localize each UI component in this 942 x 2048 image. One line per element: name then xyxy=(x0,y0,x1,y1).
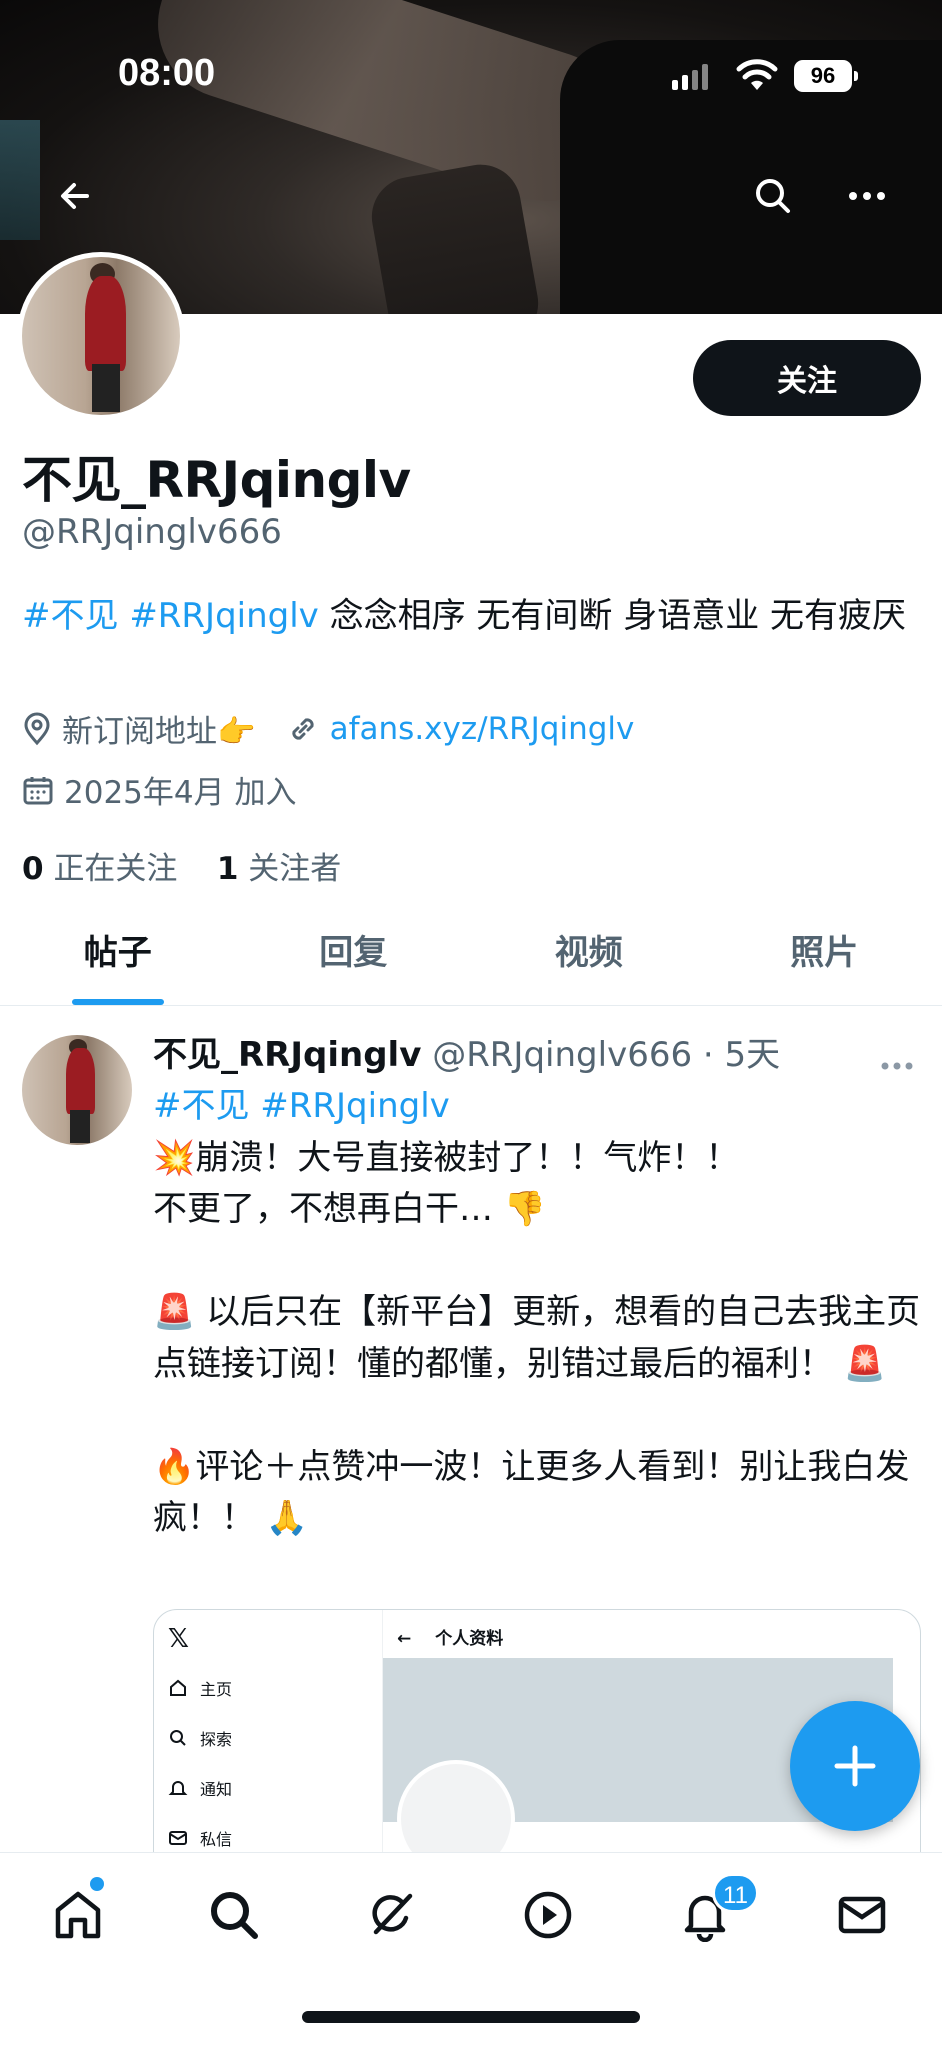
user-handle: @RRJqinglv666 xyxy=(22,512,282,552)
search-button[interactable] xyxy=(745,168,801,224)
more-horizontal-icon xyxy=(849,192,885,200)
location-pin-icon xyxy=(24,712,50,745)
mail-icon xyxy=(169,1831,187,1845)
nav-home[interactable] xyxy=(46,1883,110,1947)
profile-tabs: 帖子 回复 视频 照片 xyxy=(0,900,942,1006)
nav-messages[interactable] xyxy=(830,1883,894,1947)
tab-posts[interactable]: 帖子 xyxy=(0,900,236,1005)
notifications-badge: 11 xyxy=(712,1873,759,1913)
embedded-menu-home: 主页 xyxy=(168,1676,232,1700)
post-author-name[interactable]: 不见_RRJqinglv xyxy=(153,1035,421,1075)
post-author-handle: @RRJqinglv666 xyxy=(432,1035,693,1075)
home-icon xyxy=(170,1679,186,1696)
more-horizontal-icon xyxy=(881,1062,913,1070)
embedded-page-title: ← 个人资料 xyxy=(397,1629,504,1649)
display-name: 不见_RRJqinglv xyxy=(22,451,411,509)
embedded-menu-notifications: 通知 xyxy=(168,1776,232,1800)
profile-avatar[interactable] xyxy=(17,252,185,420)
joined-date: 2025年4月 加入 xyxy=(64,775,297,811)
grok-icon xyxy=(372,1893,413,1935)
embedded-sidebar: 𝕏 主页 探索 通知 私信 xyxy=(154,1610,382,1857)
play-circle-icon xyxy=(524,1891,572,1939)
bio-text: 念念相序 无有间断 身语意业 无有疲厌 xyxy=(329,596,907,636)
mail-icon xyxy=(838,1896,886,1934)
post-author-avatar[interactable] xyxy=(22,1035,132,1145)
search-icon xyxy=(756,179,790,213)
post-body-text: 💥崩溃！大号直接被封了！！气炸！！ 不更了，不想再白干… 👎 🚨 以后只在【新平… xyxy=(153,1137,921,1539)
back-button[interactable] xyxy=(47,168,103,224)
plus-icon xyxy=(834,1745,876,1787)
x-logo-icon: 𝕏 xyxy=(168,1624,189,1654)
cellular-signal-icon xyxy=(672,64,712,90)
tab-replies[interactable]: 回复 xyxy=(236,900,472,1005)
post-time: · 5天 xyxy=(702,1035,781,1075)
link-icon xyxy=(292,717,314,740)
post-hashtags[interactable]: #不见 #RRJqinglv xyxy=(153,1086,450,1126)
wifi-icon xyxy=(736,59,778,90)
follow-button[interactable]: 关注 xyxy=(693,340,921,416)
follow-counts: 0 正在关注 1 关注者 xyxy=(22,843,341,888)
bottom-navigation: 11 xyxy=(0,1852,942,2048)
bell-icon xyxy=(168,1781,188,1795)
battery-icon: 96 xyxy=(794,60,858,92)
profile-location: 新订阅地址👉 xyxy=(62,714,256,750)
home-unread-dot xyxy=(90,1877,104,1891)
home-indicator xyxy=(302,2011,640,2023)
followers-count-link[interactable]: 1 关注者 xyxy=(217,851,341,887)
status-bar: 08:00 96 xyxy=(0,0,942,150)
nav-grok[interactable] xyxy=(359,1883,423,1947)
tab-videos[interactable]: 视频 xyxy=(471,900,707,1005)
search-icon xyxy=(170,1730,186,1746)
calendar-icon xyxy=(23,776,53,804)
home-icon xyxy=(55,1891,101,1939)
arrow-left-icon xyxy=(61,183,89,209)
compose-post-button[interactable] xyxy=(790,1701,920,1831)
profile-meta-location-website: 新订阅地址👉 afans.xyz/RRJqinglv xyxy=(22,706,634,751)
profile-bio: #不见 #RRJqinglv 念念相序 无有间断 身语意业 无有疲厌 xyxy=(22,590,922,642)
post-text: #不见 #RRJqinglv 💥崩溃！大号直接被封了！！气炸！！ 不更了，不想再… xyxy=(153,1081,923,1545)
nav-search[interactable] xyxy=(202,1883,266,1947)
nav-video[interactable] xyxy=(516,1883,580,1947)
post-more-button[interactable] xyxy=(880,1045,914,1078)
profile-joined: 2025年4月 加入 xyxy=(22,767,296,812)
post-header: 不见_RRJqinglv @RRJqinglv666 · 5天 xyxy=(153,1027,780,1076)
following-count-link[interactable]: 0 正在关注 xyxy=(22,851,177,887)
embedded-menu-messages: 私信 xyxy=(168,1826,232,1850)
profile-website-link[interactable]: afans.xyz/RRJqinglv xyxy=(330,711,635,747)
search-icon xyxy=(211,1892,258,1939)
tab-photos[interactable]: 照片 xyxy=(707,900,942,1005)
more-options-button[interactable] xyxy=(839,168,895,224)
status-time: 08:00 xyxy=(118,52,216,94)
hashtag-link[interactable]: #不见 xyxy=(22,596,119,636)
hashtag-link[interactable]: #RRJqinglv xyxy=(129,596,319,636)
embedded-menu-explore: 探索 xyxy=(168,1726,232,1750)
